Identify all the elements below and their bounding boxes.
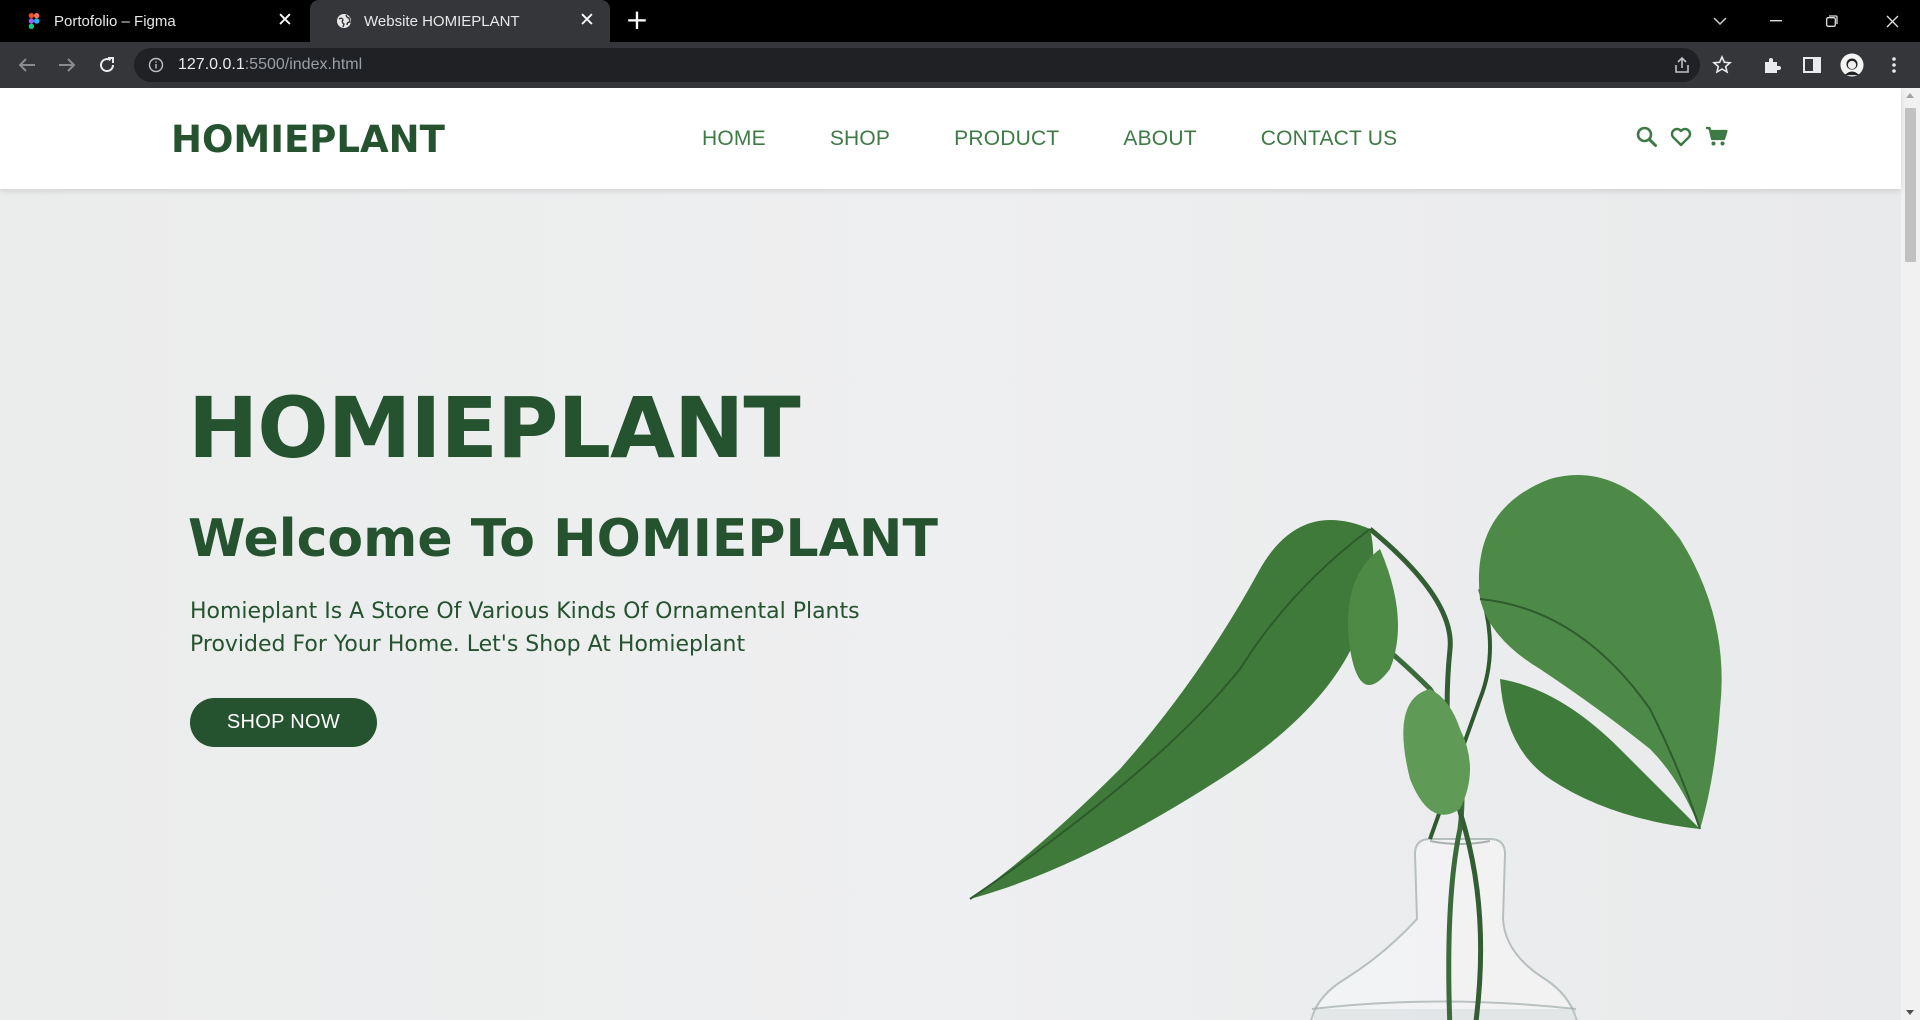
shop-now-button[interactable]: SHOP NOW [190,698,377,747]
hero-section: HOMIEPLANT Welcome To HOMIEPLANT Homiepl… [0,189,1901,1020]
tab-homieplant[interactable]: Website HOMIEPLANT ✕ [310,0,610,42]
tab-figma[interactable]: Portofolio – Figma ✕ [0,0,308,42]
tab-title: Portofolio – Figma [54,12,176,30]
browser-toolbar: 127.0.0.1:5500/index.html [0,42,1920,88]
reload-icon[interactable] [93,51,121,79]
globe-icon [336,13,352,29]
close-window-icon[interactable] [1864,0,1920,42]
search-icon[interactable] [1636,126,1657,147]
profile-avatar[interactable] [1840,53,1864,77]
scroll-down-icon[interactable] [1906,1010,1914,1015]
address-bar[interactable]: 127.0.0.1:5500/index.html [134,48,1732,82]
close-tab-icon[interactable]: ✕ [578,11,596,30]
nav-contact-us[interactable]: CONTACT US [1261,127,1398,151]
cart-icon[interactable] [1705,126,1728,147]
url-path: :5500/index.html [244,56,363,73]
close-tab-icon[interactable]: ✕ [276,11,294,30]
page-scrollbar[interactable] [1901,88,1920,1020]
nav-product[interactable]: PRODUCT [954,127,1059,151]
hero-title: HOMIEPLANT [188,379,801,477]
site-logo[interactable]: HOMIEPLANT [171,118,445,161]
extensions-icon[interactable] [1760,53,1784,77]
restore-icon[interactable] [1804,0,1860,42]
header-icons [1636,126,1741,147]
figma-icon [26,13,42,29]
url-text: 127.0.0.1:5500/index.html [178,56,362,74]
site-header: HOMIEPLANT HOME SHOP PRODUCT ABOUT CONTA… [0,88,1901,189]
forward-icon[interactable] [53,51,81,79]
back-icon[interactable] [13,51,41,79]
nav-shop[interactable]: SHOP [830,127,890,151]
minimize-icon[interactable] [1748,0,1804,42]
page-viewport: HOMIEPLANT HOME SHOP PRODUCT ABOUT CONTA… [0,88,1920,1020]
scrollbar-thumb[interactable] [1905,108,1916,262]
tab-search-icon[interactable] [1692,0,1748,42]
bookmark-star-icon[interactable] [1712,55,1732,75]
tab-title: Website HOMIEPLANT [364,12,520,30]
hero-description-line: Provided For Your Home. Let's Shop At Ho… [190,632,746,657]
url-host: 127.0.0.1 [178,56,245,73]
nav-about[interactable]: ABOUT [1123,127,1196,151]
hero-description: Homieplant Is A Store Of Various Kinds O… [190,595,910,661]
heart-icon[interactable] [1670,127,1692,147]
new-tab-icon[interactable]: + [624,6,650,34]
browser-tabstrip: Portofolio – Figma ✕ Website HOMIEPLANT … [0,0,1920,42]
main-nav: HOME SHOP PRODUCT ABOUT CONTACT US [702,127,1461,151]
plant-in-vase-image [969,475,1722,1020]
site-info-icon[interactable] [148,57,164,77]
scroll-up-icon[interactable] [1906,93,1914,98]
share-icon[interactable] [1672,55,1692,75]
hero-subtitle: Welcome To HOMIEPLANT [188,509,938,569]
hero-description-line: Homieplant Is A Store Of Various Kinds O… [190,599,860,624]
browser-menu-icon[interactable] [1882,53,1906,77]
side-panel-icon[interactable] [1800,53,1824,77]
nav-home[interactable]: HOME [702,127,766,151]
